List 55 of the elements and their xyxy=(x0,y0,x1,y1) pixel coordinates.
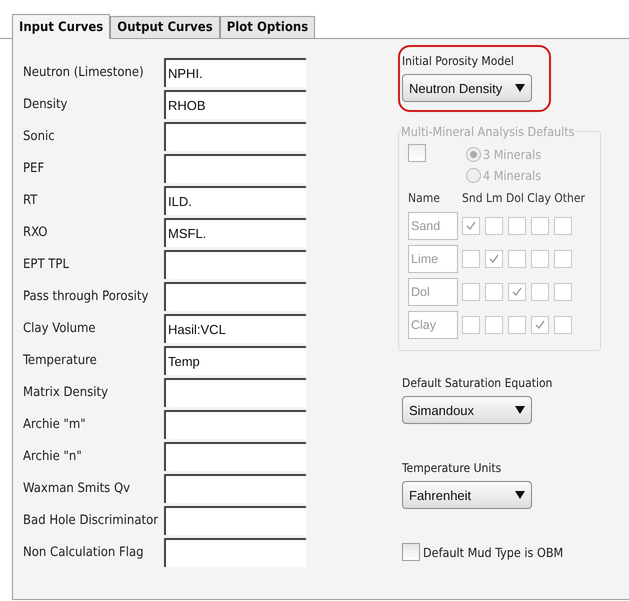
field-label: RXO xyxy=(23,224,49,242)
input-field[interactable] xyxy=(164,442,306,471)
checkmark-icon xyxy=(534,319,546,331)
input-field[interactable]: MSFL. xyxy=(164,218,306,247)
caret-icon xyxy=(515,406,525,414)
input-field[interactable] xyxy=(164,538,306,567)
field-label: PEF xyxy=(23,160,46,178)
field-label: Clay Volume xyxy=(23,320,97,338)
field-label: Archie "m" xyxy=(23,416,87,434)
tab[interactable]: Input Curves xyxy=(12,14,110,39)
input-field[interactable] xyxy=(164,378,306,407)
caret-icon xyxy=(515,84,525,92)
input-field[interactable]: ILD. xyxy=(164,186,306,215)
field-label: Waxman Smits Qv xyxy=(23,480,132,498)
column-header: Snd Lm Dol Clay Other xyxy=(462,190,585,207)
checkmark-icon xyxy=(511,286,523,298)
field-label: Matrix Density xyxy=(23,384,109,402)
group-title: Multi-Mineral Analysis Defaults xyxy=(401,124,574,139)
dropdown[interactable]: Neutron Density xyxy=(402,74,532,102)
dropdown[interactable]: Fahrenheit xyxy=(402,481,532,509)
input-field[interactable] xyxy=(164,250,306,279)
input-field[interactable] xyxy=(164,410,306,439)
input-field[interactable]: Hasil:VCL xyxy=(164,314,306,343)
field-label: Pass through Porosity xyxy=(23,288,150,306)
input-field[interactable] xyxy=(164,282,306,311)
field-label: Archie "n" xyxy=(23,448,83,466)
field-label: Non Calculation Flag xyxy=(23,544,145,562)
tab[interactable]: Output Curves xyxy=(110,16,220,38)
dropdown[interactable]: Simandoux xyxy=(402,396,532,424)
dropdown-label: Default Saturation Equation xyxy=(402,375,552,392)
dropdown-label: Temperature Units xyxy=(402,460,502,477)
field-label: RT xyxy=(23,192,38,210)
input-field[interactable]: Temp xyxy=(164,346,306,375)
checkmark-icon xyxy=(488,253,500,265)
dropdown-label: Initial Porosity Model xyxy=(402,53,514,70)
radio-label: 3 Minerals xyxy=(483,147,542,162)
input-field[interactable] xyxy=(164,122,306,151)
field-label: Sonic xyxy=(23,128,56,146)
input-field[interactable] xyxy=(164,506,306,535)
caret-icon xyxy=(515,491,525,499)
checkbox-label: Default Mud Type is OBM xyxy=(423,544,564,560)
field-label: Neutron (Limestone) xyxy=(23,64,145,82)
input-field[interactable]: NPHI. xyxy=(164,58,306,87)
input-field[interactable] xyxy=(164,154,306,183)
input-field[interactable]: RHOB xyxy=(164,90,306,119)
field-label: Density xyxy=(23,96,68,114)
checkmark-icon xyxy=(465,220,477,232)
field-label: Bad Hole Discriminator xyxy=(23,512,160,530)
radio-label: 4 Minerals xyxy=(483,168,542,183)
tab[interactable]: Plot Options xyxy=(220,16,316,38)
checkbox[interactable] xyxy=(402,543,420,561)
input-field[interactable] xyxy=(164,474,306,503)
column-header: Name xyxy=(408,190,440,207)
field-label: Temperature xyxy=(23,352,98,370)
field-label: EPT TPL xyxy=(23,256,70,274)
